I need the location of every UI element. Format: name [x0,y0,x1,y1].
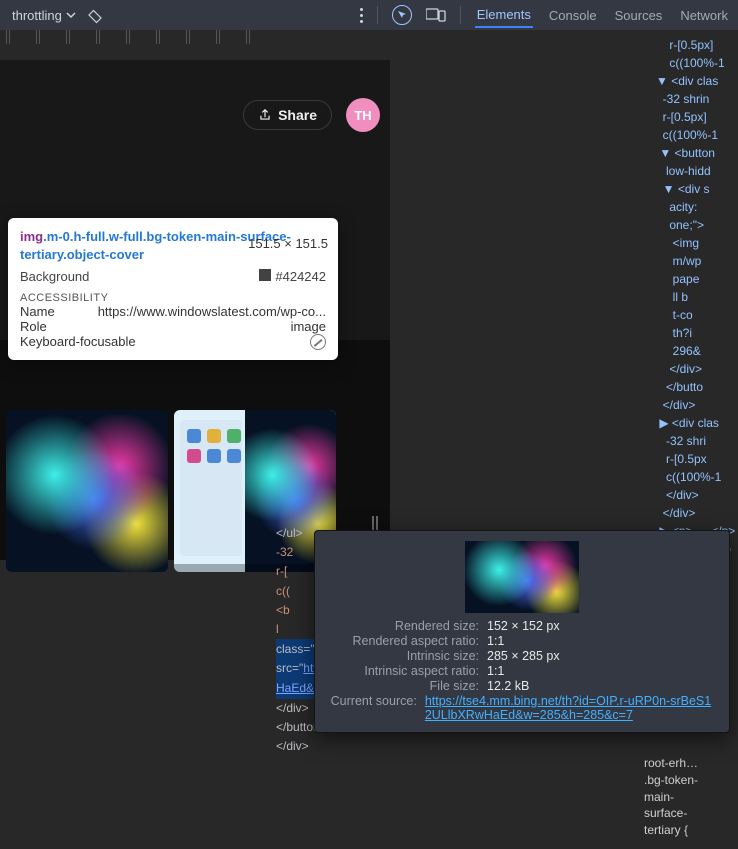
dom-line[interactable]: low-hidd [656,162,734,180]
tooltip-role-label: Role [20,319,47,334]
dom-line[interactable]: r-[0.5px] [656,36,734,54]
preview-row: Intrinsic aspect ratio: 1:1 [327,664,717,678]
dom-line[interactable]: r-[0.5px] [656,108,734,126]
tooltip-focus-label: Keyboard-focusable [20,334,136,350]
dom-line[interactable]: ▼ <div s [656,180,734,198]
dom-line[interactable]: c((100%-1 [656,126,734,144]
avatar[interactable]: TH [346,98,380,132]
toolbar-divider [377,6,378,24]
preview-value: 1:1 [487,634,504,648]
rotate-icon[interactable] [86,6,104,24]
dom-line[interactable]: </div> [656,486,734,504]
dom-line[interactable]: m/wp [656,252,734,270]
dom-line[interactable]: </div> [656,396,734,414]
dom-line[interactable]: one;"> [656,216,734,234]
tooltip-bg-label: Background [20,269,89,284]
share-button[interactable]: Share [243,100,332,130]
tab-network[interactable]: Network [678,4,730,27]
device-toggle-icon[interactable] [426,7,446,23]
preview-row: Rendered aspect ratio: 1:1 [327,634,717,648]
dom-line[interactable]: <img [656,234,734,252]
dom-line[interactable]: ▶ <div clas [656,414,734,432]
thumbnail[interactable] [6,410,168,572]
preview-value: 1:1 [487,664,504,678]
dom-line[interactable]: -32 shrin [656,90,734,108]
dom-line[interactable]: </butto [656,378,734,396]
preview-source-label: Current source: [327,694,417,722]
dom-line[interactable]: t-co [656,306,734,324]
image-preview-popup: Rendered size:152 × 152 pxRendered aspec… [314,530,730,733]
preview-row: File size: 12.2 kB [327,679,717,693]
tooltip-dimensions: 151.5 × 151.5 [248,236,328,251]
chevron-down-icon [66,10,76,20]
tooltip-name-value: https://www.windowslatest.com/wp-co... [55,304,326,319]
tooltip-name-label: Name [20,304,55,319]
element-picker-icon[interactable] [392,5,412,25]
throttling-dropdown[interactable]: throttling [8,6,80,25]
devtools-toolbar: throttling Elements Console Sources Netw… [0,0,738,30]
preview-key: Intrinsic size: [327,649,479,663]
tooltip-bg-value: #424242 [275,269,326,284]
styles-line[interactable]: tertiary { [644,822,732,839]
preview-value: 12.2 kB [487,679,529,693]
dom-line[interactable]: th?i [656,324,734,342]
not-focusable-icon [310,334,326,350]
dom-line[interactable]: ▼ <button [656,144,734,162]
dom-line[interactable]: </div> [656,360,734,378]
preview-row: Intrinsic size: 285 × 285 px [327,649,717,663]
kebab-menu-icon[interactable] [360,8,363,23]
element-inspector-tooltip: img.m-0.h-full.w-full.bg-token-main-surf… [8,218,338,360]
page-preview: Share TH img.m-0.h-full.w-full.bg-token-… [0,60,390,560]
dom-line[interactable]: -32 shri [656,432,734,450]
tooltip-accessibility-heading: ACCESSIBILITY [20,292,326,304]
dom-line[interactable]: 296& [656,342,734,360]
share-label: Share [278,107,317,123]
throttling-label: throttling [12,8,62,23]
share-icon [258,108,272,122]
preview-row: Rendered size: 152 × 152 px [327,619,717,633]
dom-line[interactable]: </div> [656,504,734,522]
dom-line[interactable]: ▼ <div clas [656,72,734,90]
styles-line[interactable]: surface- [644,805,732,822]
dom-line[interactable]: c((100%-1 [656,468,734,486]
dom-line[interactable]: pape [656,270,734,288]
tab-elements[interactable]: Elements [475,3,533,28]
tab-console[interactable]: Console [547,4,599,27]
dom-line[interactable]: acity: [656,198,734,216]
ruler-marks [0,30,260,50]
preview-value: 285 × 285 px [487,649,560,663]
dom-line[interactable]: c((100%-1 [656,54,734,72]
toolbar-divider [460,6,461,24]
styles-line[interactable]: .bg-token- [644,772,732,789]
preview-key: Intrinsic aspect ratio: [327,664,479,678]
color-swatch-icon [259,269,271,281]
tooltip-role-value: image [291,319,326,334]
styles-panel[interactable]: root-erh….bg-token-main-surface-tertiary… [640,751,736,843]
dom-line[interactable]: </div> [276,737,636,756]
preview-thumbnail [465,541,579,613]
tab-sources[interactable]: Sources [613,4,665,27]
styles-line[interactable]: root-erh… [644,755,732,772]
preview-key: Rendered size: [327,619,479,633]
preview-source-value[interactable]: https://tse4.mm.bing.net/th?id=OIP.r-uRP… [425,694,717,722]
preview-key: Rendered aspect ratio: [327,634,479,648]
dom-line[interactable]: ll b [656,288,734,306]
preview-key: File size: [327,679,479,693]
preview-value: 152 × 152 px [487,619,560,633]
styles-line[interactable]: main- [644,789,732,806]
dom-line[interactable]: r-[0.5px [656,450,734,468]
